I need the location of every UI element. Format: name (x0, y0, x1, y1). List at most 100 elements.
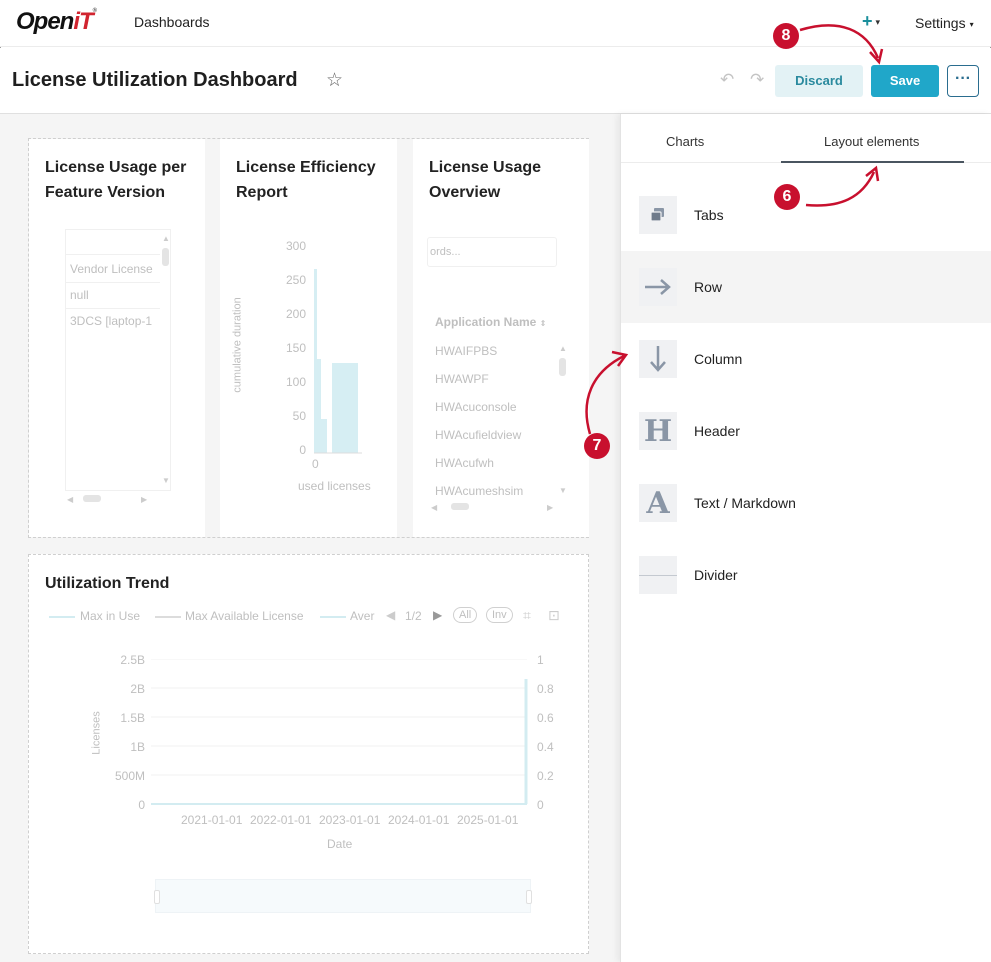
x-tick: 2024-01-01 (388, 813, 450, 827)
scroll-right-icon[interactable]: ▶ (547, 503, 553, 512)
sort-icon[interactable]: ⇕ (540, 319, 547, 328)
dashboard-canvas: License Usage per Feature Version Vendor … (0, 114, 620, 962)
page-title: License Utilization Dashboard (12, 69, 298, 91)
y-tick: 150 (285, 341, 306, 355)
horizontal-scrollbar[interactable] (83, 495, 101, 502)
scroll-left-icon[interactable]: ◀ (67, 495, 73, 504)
caret-down-icon: ▾ (875, 16, 881, 27)
plus-icon: + (862, 11, 873, 31)
y-tick: 200 (285, 307, 306, 321)
chart-legend: Max in Use Max Available License Aver ◀ … (49, 607, 569, 625)
layout-item-label: Column (694, 351, 743, 367)
column-header-application-name[interactable]: Application Name ⇕ (435, 315, 546, 329)
dashboard-row[interactable]: License Usage per Feature Version Vendor … (28, 138, 589, 538)
layout-item-tabs[interactable]: Tabs (621, 179, 991, 251)
active-tab-indicator (781, 161, 964, 163)
scroll-down-icon[interactable]: ▼ (559, 486, 567, 495)
arrow-down-icon (639, 340, 677, 378)
settings-menu[interactable]: Settings ▾ (915, 15, 974, 31)
y-tick: 500M (114, 769, 145, 783)
legend-item[interactable]: Aver (350, 609, 374, 623)
redo-icon[interactable]: ↷ (750, 70, 764, 90)
tabs-icon (639, 196, 677, 234)
scroll-down-icon[interactable]: ▼ (162, 476, 170, 485)
y-tick: 0.2 (537, 769, 554, 783)
layout-item-label: Tabs (694, 207, 724, 223)
legend-swatch (49, 616, 75, 618)
x-tick: 2023-01-01 (319, 813, 381, 827)
layout-item-header[interactable]: H Header (621, 395, 991, 467)
layout-item-label: Row (694, 279, 723, 295)
x-tick: 2022-01-01 (250, 813, 312, 827)
x-tick: 2021-01-01 (181, 813, 243, 827)
table-cell: 3DCS [laptop-1 (70, 314, 153, 328)
openit-logo[interactable]: OpeniT® (16, 8, 97, 36)
list-item[interactable]: HWAcufwh (435, 456, 494, 470)
select-all-button[interactable]: All (453, 607, 478, 623)
layout-item-divider[interactable]: Divider (621, 539, 991, 611)
list-item[interactable]: HWAcufieldview (435, 428, 521, 442)
legend-item[interactable]: Max Available License (185, 609, 304, 623)
header-icon: H (639, 412, 677, 450)
vertical-scrollbar[interactable] (559, 358, 566, 376)
y-tick: 0.6 (537, 711, 554, 725)
data-zoom-slider[interactable] (154, 879, 532, 913)
legend-pager: 1/2 (405, 609, 422, 623)
legend-prev-icon[interactable]: ◀ (386, 608, 395, 622)
y-tick: 1B (130, 740, 145, 754)
table-cell: null (70, 288, 89, 302)
annotation-badge-7: 7 (584, 433, 610, 459)
y-tick: 250 (285, 273, 306, 287)
table-cell: Vendor License (70, 262, 153, 276)
add-menu-button[interactable]: + ▾ (862, 11, 880, 32)
x-axis-label: Date (327, 837, 353, 851)
top-nav: OpeniT® Dashboards + ▾ Settings ▾ (0, 0, 991, 47)
list-item[interactable]: HWAIFPBS (435, 344, 497, 358)
layout-item-text-markdown[interactable]: A Text / Markdown (621, 467, 991, 539)
chart-card-usage-per-feature[interactable]: License Usage per Feature Version Vendor … (29, 139, 205, 537)
invert-selection-button[interactable]: Inv (486, 607, 513, 623)
scroll-right-icon[interactable]: ▶ (141, 495, 147, 504)
tab-charts[interactable]: Charts (666, 134, 704, 149)
vertical-scrollbar[interactable] (162, 248, 169, 266)
legend-item[interactable]: Max in Use (80, 609, 140, 623)
undo-icon[interactable]: ↶ (720, 70, 734, 90)
y-tick: 2.5B (120, 653, 145, 667)
list-item[interactable]: HWAcuconsole (435, 400, 517, 414)
chart-card-utilization-trend[interactable]: Utilization Trend Max in Use Max Availab… (28, 554, 589, 954)
discard-button[interactable]: Discard (775, 65, 863, 97)
layout-item-row[interactable]: Row (621, 251, 991, 323)
legend-swatch (155, 616, 181, 618)
chart-card-efficiency-report[interactable]: License Efficiency Report 300 250 200 150… (220, 139, 397, 537)
scroll-up-icon[interactable]: ▲ (559, 344, 567, 353)
table-search-input[interactable]: ords... (427, 237, 557, 267)
list-item[interactable]: HWAcumeshsim (435, 484, 523, 498)
layout-item-column[interactable]: Column (621, 323, 991, 395)
list-item[interactable]: HWAWPF (435, 372, 489, 386)
chart-card-usage-overview[interactable]: License Usage Overview ords... Applicatio… (413, 139, 589, 537)
search-placeholder: ords... (430, 246, 461, 258)
annotation-badge-6: 6 (774, 184, 800, 210)
y-tick: 0 (537, 798, 544, 812)
scroll-up-icon[interactable]: ▲ (162, 234, 170, 243)
text-icon: A (639, 484, 677, 522)
zoom-handle-left[interactable] (154, 890, 160, 904)
star-icon[interactable]: ☆ (326, 69, 343, 92)
legend-next-icon[interactable]: ▶ (433, 608, 442, 622)
right-y-axis: 1 0.8 0.6 0.4 0.2 0 (537, 653, 567, 813)
divider-icon (639, 556, 677, 594)
tab-layout-elements[interactable]: Layout elements (824, 134, 919, 149)
more-options-button[interactable]: ··· (947, 65, 979, 97)
nav-dashboards-link[interactable]: Dashboards (134, 14, 210, 30)
layout-elements-panel: Charts Layout elements Tabs Row Column H… (620, 114, 991, 962)
save-button[interactable]: Save (871, 65, 939, 97)
card-title: License Usage per Feature Version (45, 159, 187, 201)
y-axis-label: Licenses (90, 711, 103, 755)
y-tick: 0 (138, 798, 145, 812)
zoom-handle-right[interactable] (526, 890, 532, 904)
crop-icon[interactable]: ⌗ (523, 607, 531, 624)
arrow-right-icon (639, 268, 677, 306)
horizontal-scrollbar[interactable] (451, 503, 469, 510)
scroll-left-icon[interactable]: ◀ (431, 503, 437, 512)
zoom-reset-icon[interactable]: ⊡ (548, 607, 560, 624)
